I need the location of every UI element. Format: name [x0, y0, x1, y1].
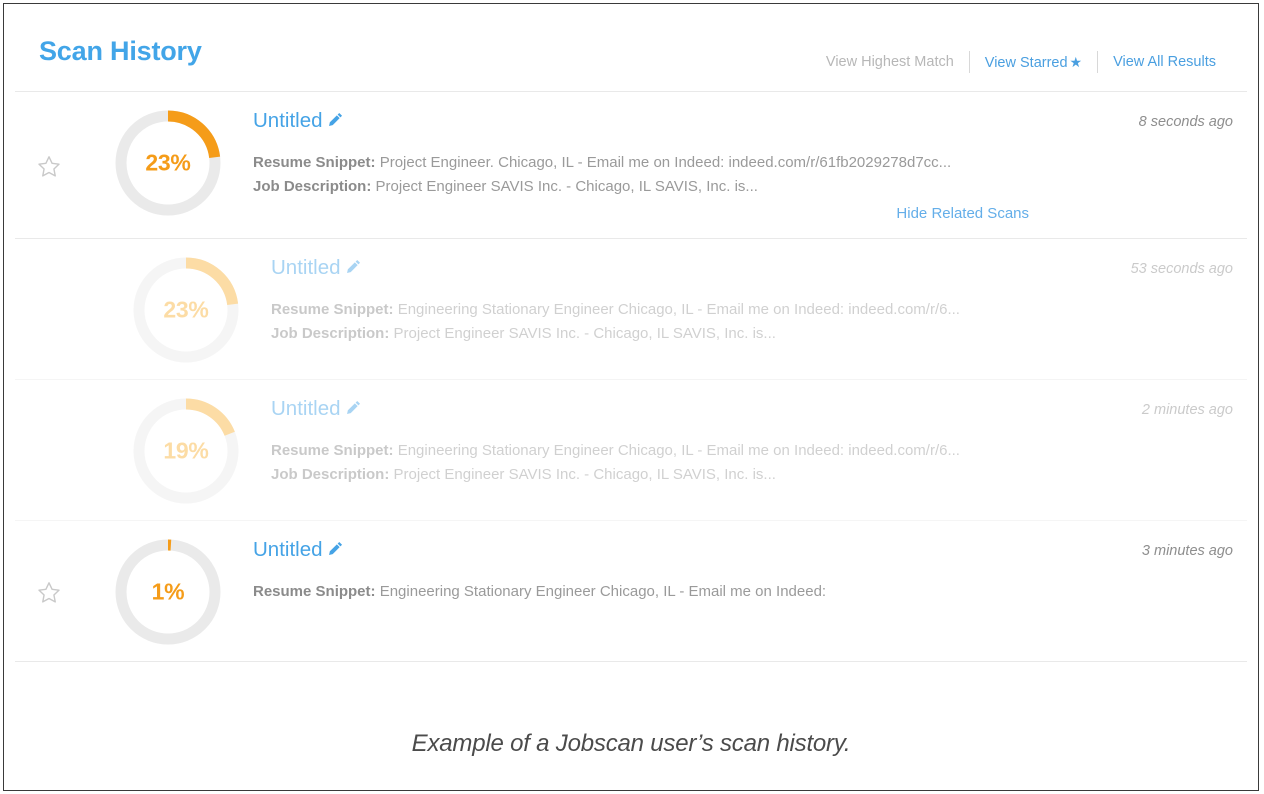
job-description-label: Job Description:	[253, 178, 372, 195]
star-placeholder	[33, 309, 101, 311]
resume-snippet-label: Resume Snippet:	[253, 583, 376, 600]
scan-timestamp: 8 seconds ago	[1138, 114, 1233, 130]
nav-link-label: View All Results	[1113, 54, 1216, 70]
scan-snippet: Resume Snippet: Engineering Stationary E…	[271, 298, 1029, 346]
scan-title-link[interactable]: Untitled	[253, 110, 344, 133]
scan-row: 1% Untitled Resume Snippet: Engineering St…	[15, 521, 1247, 662]
match-score-donut: 23%	[83, 110, 253, 216]
scan-content: Untitled Resume Snippet: Project Engineer…	[253, 110, 1043, 223]
scan-snippet: Resume Snippet: Engineering Stationary E…	[253, 580, 1029, 604]
screenshot-frame: Scan History View Highest Match View Star…	[3, 3, 1259, 791]
star-outline-icon[interactable]	[15, 152, 83, 180]
pencil-edit-icon[interactable]	[327, 540, 344, 562]
nav-link-view-all-results[interactable]: View All Results	[1098, 52, 1231, 72]
figure-caption: Example of a Jobscan user’s scan history…	[411, 730, 851, 757]
scan-content: Untitled Resume Snippet: Engineering Stat…	[271, 257, 1043, 346]
resume-snippet-text: Engineering Stationary Engineer Chicago,…	[397, 442, 960, 459]
scan-title-label: Untitled	[271, 256, 341, 279]
scan-content: Untitled Resume Snippet: Engineering Stat…	[253, 539, 1043, 604]
resume-snippet-label: Resume Snippet:	[253, 154, 376, 171]
scan-snippet: Resume Snippet: Engineering Stationary E…	[271, 439, 1029, 487]
scan-content: Untitled Resume Snippet: Engineering Stat…	[271, 398, 1043, 487]
job-description-text: Project Engineer SAVIS Inc. - Chicago, I…	[393, 466, 776, 483]
resume-snippet-text: Engineering Stationary Engineer Chicago,…	[379, 583, 827, 600]
scan-row: 19% Untitled Resume Snippet: Engineering S…	[15, 380, 1247, 521]
scan-row: 23% Untitled Resume Snippet: Project Engin…	[15, 92, 1247, 239]
header-nav: View Highest Match View Starred ★ View All …	[811, 51, 1231, 73]
scan-title-link[interactable]: Untitled	[253, 539, 344, 562]
scan-timestamp: 2 minutes ago	[1141, 402, 1233, 418]
scan-title-link[interactable]: Untitled	[271, 398, 362, 421]
match-score-donut: 19%	[101, 398, 271, 504]
toggle-related-scans-link[interactable]: Hide Related Scans	[253, 205, 1029, 222]
resume-snippet-text: Engineering Stationary Engineer Chicago,…	[397, 301, 960, 318]
pencil-edit-icon[interactable]	[345, 399, 362, 421]
scan-row: 23% Untitled Resume Snippet: Engineering S…	[15, 239, 1247, 380]
job-description-text: Project Engineer SAVIS Inc. - Chicago, I…	[393, 325, 776, 342]
match-score-label: 1%	[151, 578, 185, 605]
match-score-label: 23%	[163, 296, 209, 323]
nav-link-label: View Highest Match	[825, 54, 954, 70]
job-description-label: Job Description:	[271, 325, 390, 342]
nav-link-label: View Starred	[984, 54, 1068, 71]
card-header: Scan History View Highest Match View Star…	[15, 13, 1247, 92]
star-placeholder	[33, 450, 101, 452]
scan-timestamp: 53 seconds ago	[1130, 261, 1233, 277]
nav-link-view-highest-match[interactable]: View Highest Match	[811, 52, 969, 72]
page-title: Scan History	[39, 36, 202, 66]
star-filled-icon: ★	[1069, 53, 1083, 70]
pencil-edit-icon[interactable]	[345, 258, 362, 280]
scan-row-list: 23% Untitled Resume Snippet: Project Engin…	[15, 92, 1247, 662]
scan-history-card: Scan History View Highest Match View Star…	[15, 13, 1247, 713]
resume-snippet-label: Resume Snippet:	[271, 442, 394, 459]
scan-title-label: Untitled	[253, 538, 323, 561]
resume-snippet-label: Resume Snippet:	[271, 301, 394, 318]
job-description-label: Job Description:	[271, 466, 390, 483]
match-score-label: 19%	[163, 437, 209, 464]
scan-title-label: Untitled	[271, 397, 341, 420]
scan-title-label: Untitled	[253, 109, 323, 132]
job-description-text: Project Engineer SAVIS Inc. - Chicago, I…	[375, 178, 758, 195]
scan-timestamp: 3 minutes ago	[1141, 543, 1233, 559]
star-outline-icon[interactable]	[15, 578, 83, 606]
match-score-donut: 1%	[83, 539, 253, 645]
scan-title-link[interactable]: Untitled	[271, 257, 362, 280]
match-score-label: 23%	[145, 149, 191, 176]
scan-snippet: Resume Snippet: Project Engineer. Chicag…	[253, 151, 1029, 199]
nav-link-view-starred[interactable]: View Starred ★	[970, 52, 1097, 73]
resume-snippet-text: Project Engineer. Chicago, IL - Email me…	[379, 154, 952, 171]
match-score-donut: 23%	[101, 257, 271, 363]
pencil-edit-icon[interactable]	[327, 111, 344, 133]
